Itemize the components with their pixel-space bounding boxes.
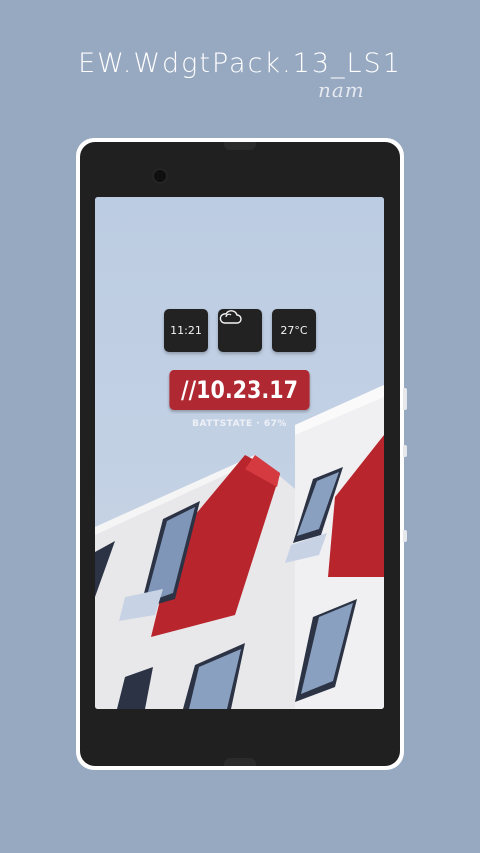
time-text: 11:21 <box>170 324 202 337</box>
side-button <box>403 530 407 542</box>
front-camera <box>152 168 168 184</box>
cloud-icon <box>219 310 242 324</box>
volume-button <box>403 388 407 410</box>
weather-tile[interactable] <box>218 309 262 352</box>
power-button <box>403 445 407 457</box>
temperature-text: 27°C <box>280 324 308 337</box>
battery-status: BATTSTATE · 67% <box>192 419 287 429</box>
temperature-tile[interactable]: 27°C <box>272 309 316 352</box>
clock-tile[interactable]: 11:21 <box>164 309 208 352</box>
wallpaper-image <box>95 197 384 709</box>
date-text: //10.23.17 <box>181 376 298 404</box>
top-speaker <box>224 142 256 150</box>
date-banner[interactable]: //10.23.17 <box>169 370 310 410</box>
phone-screen: 11:21 27°C //10.23.17 BATTSTATE · 67% <box>95 197 384 709</box>
author-signature: nam <box>318 78 365 102</box>
pack-title: EW.WdgtPack.13_LS1 <box>78 48 402 79</box>
bottom-speaker <box>224 758 256 766</box>
